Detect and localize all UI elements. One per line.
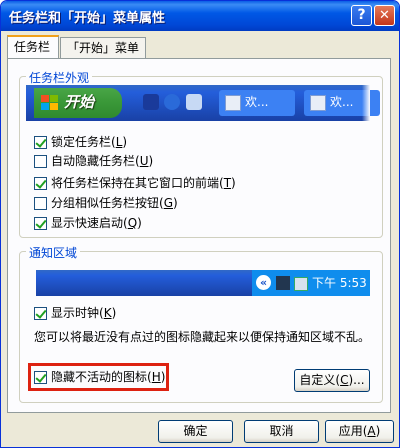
tab-taskbar[interactable]: 任务栏 [7,35,59,58]
quick-launch-checkbox[interactable] [34,217,47,230]
volume-icon [294,277,308,291]
taskbar-task-button: 欢... [219,90,295,116]
system-tray: « 下午 5:53 [252,270,370,296]
internet-explorer-icon [164,94,180,110]
window-icon [310,95,326,111]
network-icon [276,276,290,290]
quick-launch-option[interactable]: 显示快速启动(Q) [34,216,142,232]
notification-area-preview: « 下午 5:53 [36,270,370,296]
access-key: L [115,135,123,149]
button-label: 自定义 [299,373,336,387]
start-label: 开始 [64,93,95,111]
cancel-button[interactable]: 取消 [244,420,319,443]
lock-taskbar-option[interactable]: 锁定任务栏(L) [34,135,127,151]
button-label: 应用 [338,424,363,438]
access-key: U [139,154,149,168]
access-key: T [223,176,232,190]
tray-clock: 下午 5:53 [312,276,367,290]
window-icon [225,95,241,111]
show-desktop-icon [186,94,202,110]
auto-hide-checkbox[interactable] [34,155,47,168]
apply-button[interactable]: 应用(A) [325,420,394,443]
option-label: 显示时钟 [51,306,100,320]
expand-tray-icon: « [256,275,271,290]
ok-button[interactable]: 确定 [158,420,233,443]
option-label: 自动隐藏任务栏 [51,154,136,168]
show-clock-checkbox[interactable] [34,307,47,320]
access-key: G [163,196,174,210]
group-buttons-option[interactable]: 分组相似任务栏按钮(G) [34,196,178,212]
access-key: H [151,370,161,384]
group-title-appearance: 任务栏外观 [26,69,93,86]
option-label: 锁定任务栏 [51,135,112,149]
lock-taskbar-checkbox[interactable] [34,136,47,149]
access-key: A [367,424,376,438]
title-bar[interactable]: 任务栏和「开始」菜单属性 ? ✕ [1,1,399,31]
auto-hide-option[interactable]: 自动隐藏任务栏(U) [34,154,153,170]
option-label: 分组相似任务栏按钮 [51,196,160,210]
show-clock-option[interactable]: 显示时钟(K) [34,306,116,322]
access-key: C [340,373,349,387]
help-button[interactable]: ? [351,5,372,26]
task-label: 欢... [330,95,354,109]
button-suffix: ... [353,373,365,387]
properties-dialog: 任务栏和「开始」菜单属性 ? ✕ 任务栏 「开始」菜单 任务栏外观 开始 欢..… [0,0,400,448]
keep-on-top-checkbox[interactable] [34,177,47,190]
taskbar-preview: 开始 欢... 欢... [26,85,380,121]
option-label: 隐藏不活动的图标 [51,370,148,384]
access-key: K [103,306,112,320]
hide-inactive-option[interactable]: 隐藏不活动的图标(H) [34,370,165,386]
close-button[interactable]: ✕ [374,5,395,26]
option-label: 将任务栏保持在其它窗口的前端 [51,176,220,190]
tab-start-menu[interactable]: 「开始」菜单 [60,37,146,58]
start-button-preview: 开始 [34,88,122,118]
customize-button[interactable]: 自定义(C)... [294,369,370,392]
keep-on-top-option[interactable]: 将任务栏保持在其它窗口的前端(T) [34,176,236,192]
notification-description: 您可以将最近没有点过的图标隐藏起来以便保持通知区域不乱。 [34,330,371,344]
access-key: Q [127,216,138,230]
media-player-icon [143,94,159,110]
preview-fade [362,85,370,121]
task-label: 欢... [245,95,269,109]
option-label: 显示快速启动 [51,216,124,230]
window-title: 任务栏和「开始」菜单属性 [9,11,166,26]
hide-inactive-checkbox[interactable] [34,371,47,384]
group-title-notification: 通知区域 [26,244,81,261]
group-buttons-checkbox[interactable] [34,197,47,210]
windows-logo-icon [41,95,58,110]
